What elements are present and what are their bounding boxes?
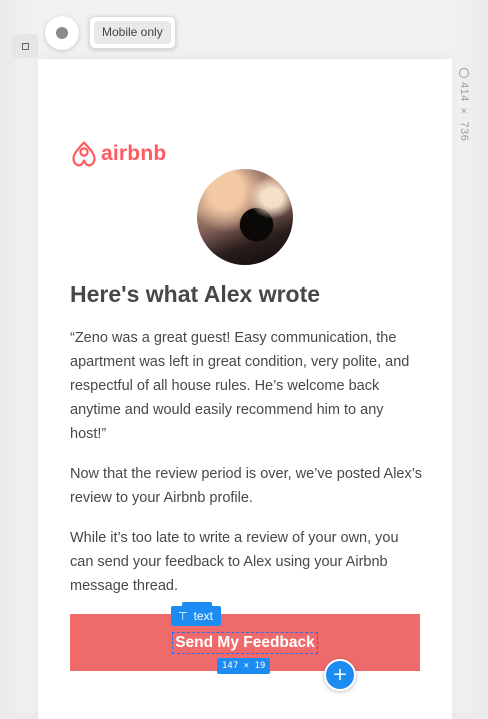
editor-canvas: Mobile only 414 × 736 airbnb Here's what…	[0, 0, 488, 719]
frame-size-label: 414 × 736	[458, 82, 470, 142]
reviewer-avatar	[197, 169, 293, 265]
frame-size-indicator: 414 × 736	[457, 68, 471, 141]
airbnb-logo: airbnb	[70, 139, 166, 169]
add-block-button[interactable]: +	[324, 659, 356, 691]
plus-icon: +	[332, 664, 348, 685]
airbnb-wordmark: airbnb	[101, 142, 167, 165]
preview-toggle-button[interactable]	[45, 16, 79, 50]
selected-element-type-label: text	[193, 609, 213, 623]
send-feedback-label[interactable]: Send My Feedback	[172, 631, 318, 654]
text-type-icon: ⊤	[178, 609, 188, 623]
airbnb-belo-icon	[72, 141, 96, 167]
email-heading: Here's what Alex wrote	[70, 281, 321, 307]
frame-select-button[interactable]	[12, 34, 38, 58]
record-dot-icon	[56, 27, 68, 39]
selection-dimensions-tag: 147 × 19	[217, 658, 271, 674]
preview-mode-menu[interactable]: Mobile only	[89, 16, 176, 49]
selected-element-type-tag[interactable]: ⊤ text	[171, 606, 221, 626]
send-feedback-paragraph: While it’s too late to write a review of…	[70, 530, 399, 594]
preview-mode-badge[interactable]: Mobile only	[94, 21, 171, 44]
review-quote: “Zeno was a great guest! Easy communicat…	[70, 330, 410, 442]
settings-icon[interactable]	[459, 68, 469, 78]
review-posted-paragraph: Now that the review period is over, we’v…	[70, 466, 422, 506]
frame-icon	[21, 42, 29, 50]
mobile-email-preview: airbnb Here's what Alex wrote “Zeno was …	[38, 59, 452, 719]
